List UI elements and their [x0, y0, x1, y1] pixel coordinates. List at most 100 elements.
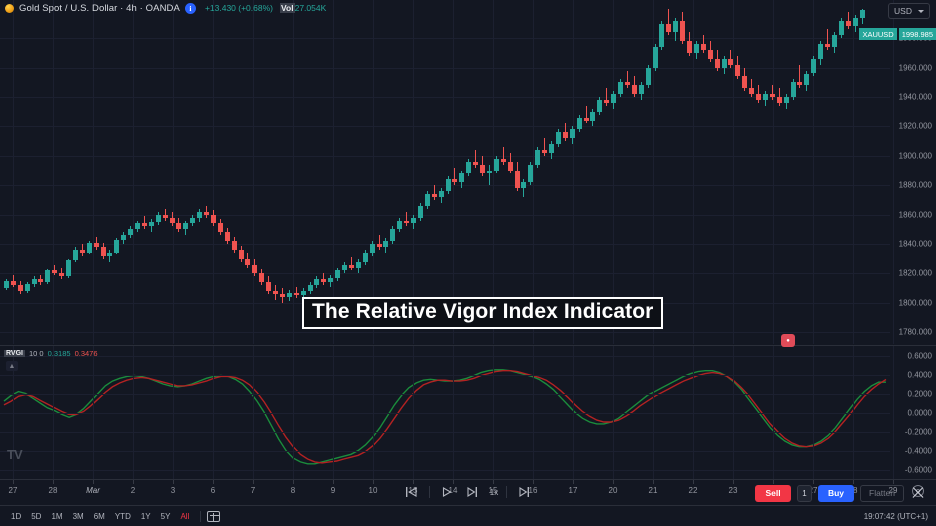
- close-icon[interactable]: [910, 485, 926, 501]
- gridline-v: [333, 346, 334, 479]
- gridline-v: [93, 0, 94, 344]
- timeframe-1d[interactable]: 1D: [6, 510, 26, 523]
- price-tick: 1900.000: [898, 151, 932, 161]
- currency-selector[interactable]: USD: [888, 3, 930, 19]
- price-tick: 1960.000: [898, 63, 932, 73]
- rvgi-indicator-pane[interactable]: [0, 346, 894, 479]
- price-tick: 1940.000: [898, 92, 932, 102]
- timeframe-1y[interactable]: 1Y: [136, 510, 156, 523]
- tradingview-chart-app: Gold Spot / U.S. Dollar · 4h · OANDA i +…: [0, 0, 936, 526]
- indicator-value-signal: 0.3476: [74, 349, 98, 358]
- volume-value: 27.054K: [294, 3, 327, 13]
- tradingview-watermark: TV: [7, 447, 23, 462]
- chart-legend[interactable]: Gold Spot / U.S. Dollar · 4h · OANDA i +…: [0, 0, 326, 16]
- price-tick: 1800.000: [898, 298, 932, 308]
- timeframe-3m[interactable]: 3M: [68, 510, 89, 523]
- timeframe-list: 1D 5D 1M 3M 6M YTD 1Y 5Y All: [0, 510, 194, 523]
- play-icon[interactable]: [434, 481, 460, 503]
- gridline-v: [773, 0, 774, 344]
- info-icon[interactable]: i: [184, 2, 196, 14]
- gridline-v: [493, 346, 494, 479]
- gridline-v: [693, 346, 694, 479]
- timeframe-5y[interactable]: 5Y: [156, 510, 176, 523]
- chart-title-annotation[interactable]: The Relative Vigor Index Indicator: [302, 297, 664, 330]
- gridline-v: [413, 346, 414, 479]
- jump-to-end-icon[interactable]: [511, 481, 537, 503]
- calendar-range-icon[interactable]: [207, 510, 221, 522]
- price-change: +13.430 (+0.68%): [204, 3, 273, 13]
- gridline-v: [733, 346, 734, 479]
- toolbar-divider: [428, 486, 430, 498]
- drawing-object-marker[interactable]: ●: [781, 334, 795, 347]
- symbol-title[interactable]: Gold Spot / U.S. Dollar · 4h · OANDA: [19, 3, 180, 14]
- gridline-v: [293, 346, 294, 479]
- gridline-v: [773, 346, 774, 479]
- price-tick: 1880.000: [898, 180, 932, 190]
- gridline-v: [253, 0, 254, 344]
- gridline-v: [453, 346, 454, 479]
- timeframe-5d[interactable]: 5D: [26, 510, 46, 523]
- price-tick: 1780.000: [898, 327, 932, 337]
- timeframe-ytd[interactable]: YTD: [110, 510, 136, 523]
- gridline-v: [813, 0, 814, 344]
- price-chart-pane[interactable]: [0, 0, 894, 344]
- jump-to-start-icon[interactable]: [399, 481, 425, 503]
- indicator-tick: 0.0000: [907, 408, 932, 417]
- quantity-input[interactable]: 1: [797, 484, 812, 502]
- gridline-v: [733, 0, 734, 344]
- gridline-v: [613, 0, 614, 344]
- gridline-v: [853, 0, 854, 344]
- bottom-divider: [200, 510, 202, 522]
- price-tick: 1860.000: [898, 210, 932, 220]
- gridline-v: [133, 0, 134, 344]
- gridline-v: [253, 346, 254, 479]
- gridline-v: [853, 346, 854, 479]
- indicator-params: 10 0: [29, 349, 44, 358]
- gridline-v: [533, 346, 534, 479]
- step-forward-icon[interactable]: [460, 481, 486, 503]
- gridline-v: [573, 346, 574, 479]
- price-tick: 1920.000: [898, 121, 932, 131]
- indicator-legend[interactable]: RVGI 10 0 0.3185 0.3476: [4, 349, 98, 358]
- gridline-v: [333, 0, 334, 344]
- indicator-name: RVGI: [4, 350, 25, 357]
- pane-separator[interactable]: [0, 345, 936, 346]
- timeframe-6m[interactable]: 6M: [89, 510, 110, 523]
- replay-speed[interactable]: 1x: [486, 488, 502, 497]
- indicator-axis[interactable]: 0.6000 0.4000 0.2000 0.0000 -0.2000 -0.4000 -0…: [890, 346, 936, 479]
- gridline-v: [13, 0, 14, 344]
- indicator-tick: 0.6000: [907, 351, 932, 360]
- indicator-line: [3, 370, 887, 464]
- timeframe-1m[interactable]: 1M: [46, 510, 67, 523]
- volume-readout: Vol27.054K: [280, 3, 326, 13]
- gridline-v: [173, 0, 174, 344]
- session-clock[interactable]: 19:07:42 (UTC+1): [864, 512, 936, 521]
- gridline-v: [53, 0, 54, 344]
- toolbar-divider-2: [506, 486, 508, 498]
- gridline-v: [213, 0, 214, 344]
- indicator-tick: 0.2000: [907, 389, 932, 398]
- chart-title-text: The Relative Vigor Index Indicator: [312, 300, 654, 323]
- gridline-v: [173, 346, 174, 479]
- gridline-v: [213, 346, 214, 479]
- gridline-v: [613, 346, 614, 479]
- gridline-v: [413, 0, 414, 344]
- gridline-v: [653, 346, 654, 479]
- chevron-down-icon: [918, 9, 924, 13]
- indicator-value-rvgi: 0.3185: [47, 349, 71, 358]
- sell-button[interactable]: Sell: [755, 484, 791, 502]
- indicator-tick: -0.2000: [904, 427, 932, 436]
- gridline-v: [813, 346, 814, 479]
- current-price-badge: XAUUSD 1998.985: [859, 28, 936, 40]
- chevron-up-icon[interactable]: ▲: [6, 361, 18, 371]
- gridline-v: [53, 346, 54, 479]
- bottom-toolbar: 1D 5D 1M 3M 6M YTD 1Y 5Y All 19:07:42 (UTC+1): [0, 505, 936, 526]
- gridline-v: [133, 346, 134, 479]
- currency-label: USD: [894, 6, 912, 16]
- gridline-v: [93, 346, 94, 479]
- price-badge-value: 1998.985: [898, 28, 936, 40]
- price-tick: 1840.000: [898, 239, 932, 249]
- flatten-button[interactable]: Flatten: [860, 484, 904, 502]
- timeframe-all[interactable]: All: [175, 510, 194, 523]
- buy-button[interactable]: Buy: [818, 484, 854, 502]
